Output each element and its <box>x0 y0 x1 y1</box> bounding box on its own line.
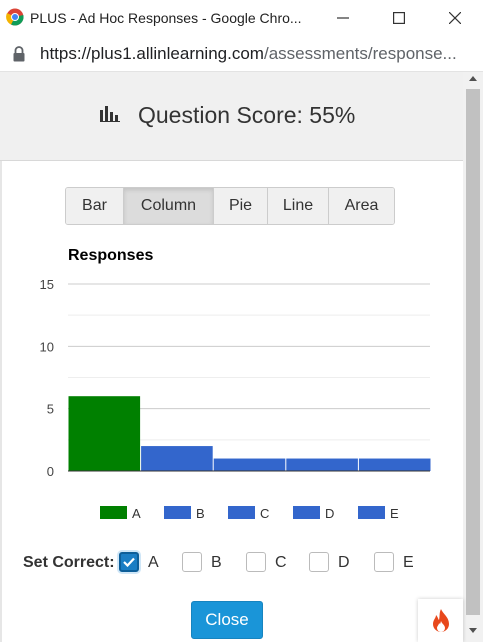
url-path: /assessments/response... <box>263 44 457 63</box>
set-correct-checkbox-c[interactable] <box>246 552 266 572</box>
modal-header: Question Score: 55% <box>0 72 463 161</box>
y-tick-label: 0 <box>47 464 54 479</box>
maximize-icon <box>393 12 405 24</box>
window-titlebar: PLUS - Ad Hoc Responses - Google Chro... <box>0 0 483 36</box>
scrollbar[interactable] <box>463 72 483 642</box>
bar-c <box>213 458 286 471</box>
legend-label-a: A <box>132 506 141 521</box>
chart-type-tabs: Bar Column Pie Line Area <box>65 187 395 225</box>
legend-label-c: C <box>260 506 269 521</box>
scrollbar-thumb[interactable] <box>466 89 480 615</box>
y-tick-label: 15 <box>40 277 54 292</box>
legend-swatch-c <box>228 506 255 519</box>
tab-pie[interactable]: Pie <box>214 188 268 224</box>
set-correct-checkbox-a[interactable] <box>119 552 139 572</box>
page-content: Question Score: 55% Bar Column Pie Line … <box>0 72 483 642</box>
set-correct-checkbox-e[interactable] <box>374 552 394 572</box>
option-label-a: A <box>148 554 159 571</box>
y-tick-label: 5 <box>47 402 54 417</box>
url-host: https://plus1.allinlearning.com <box>40 44 264 63</box>
close-button[interactable]: Close <box>191 601 263 639</box>
bar-a <box>68 396 141 471</box>
widget-badge[interactable] <box>418 599 463 642</box>
tab-bar[interactable]: Bar <box>66 188 124 224</box>
bar-b <box>141 446 213 471</box>
set-correct-label: Set Correct: <box>23 554 115 571</box>
legend-swatch-b <box>164 506 191 519</box>
chart-title: Responses <box>68 247 153 264</box>
set-correct-checkbox-d[interactable] <box>309 552 329 572</box>
scroll-down-icon[interactable] <box>469 628 477 633</box>
legend-label-e: E <box>390 506 399 521</box>
url-text[interactable]: https://plus1.allinlearning.com/assessme… <box>40 44 472 64</box>
legend-label-d: D <box>325 506 334 521</box>
close-icon <box>449 12 461 24</box>
lock-icon[interactable] <box>12 46 26 62</box>
responses-chart: Responses 0 5 10 15 A B C D E <box>40 247 431 521</box>
option-label-e: E <box>403 554 414 571</box>
window-title: PLUS - Ad Hoc Responses - Google Chro... <box>30 10 302 26</box>
option-label-d: D <box>338 554 350 571</box>
y-tick-label: 10 <box>40 339 54 354</box>
tab-area[interactable]: Area <box>329 188 394 224</box>
bar-d <box>286 458 358 471</box>
checkmark-icon <box>123 557 135 567</box>
set-correct-checkbox-b[interactable] <box>182 552 202 572</box>
option-label-c: C <box>275 554 287 571</box>
chrome-icon <box>6 8 24 26</box>
bar-chart-icon <box>100 106 120 122</box>
maximize-button[interactable] <box>371 0 427 36</box>
option-label-b: B <box>211 554 222 571</box>
legend-swatch-d <box>293 506 320 519</box>
legend-swatch-a <box>100 506 127 519</box>
minimize-icon <box>337 17 349 19</box>
tab-line[interactable]: Line <box>268 188 329 224</box>
tab-column[interactable]: Column <box>124 188 214 224</box>
legend-label-b: B <box>196 506 205 521</box>
page-title: Question Score: 55% <box>138 102 356 128</box>
flame-icon <box>432 608 449 632</box>
legend-swatch-e <box>358 506 385 519</box>
close-window-button[interactable] <box>427 0 483 36</box>
bar-e <box>358 458 431 471</box>
address-bar[interactable]: https://plus1.allinlearning.com/assessme… <box>0 36 483 72</box>
scroll-up-icon[interactable] <box>469 76 477 81</box>
minimize-button[interactable] <box>315 0 371 36</box>
